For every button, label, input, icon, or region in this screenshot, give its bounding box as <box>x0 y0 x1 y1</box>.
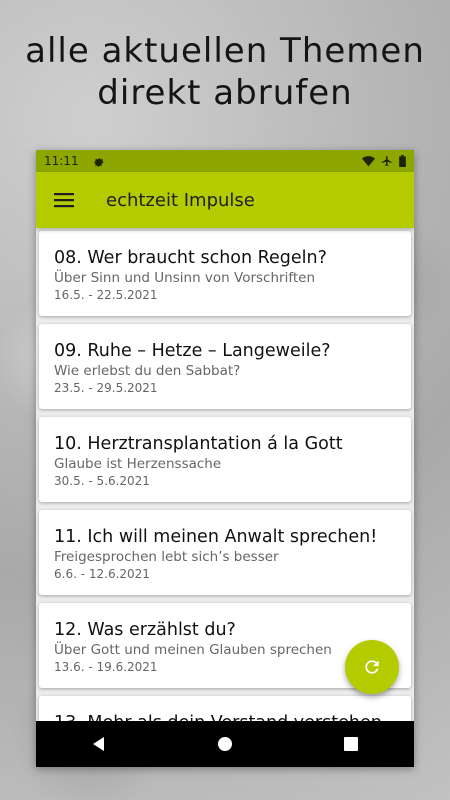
topic-title: 13. Mehr als dein Verstand verstehen <box>54 712 396 721</box>
topic-card[interactable]: 09. Ruhe – Hetze – Langeweile? Wie erleb… <box>39 324 411 409</box>
hamburger-menu-icon[interactable] <box>36 172 92 228</box>
topic-date: 16.5. - 22.5.2021 <box>54 288 158 302</box>
topic-title: 09. Ruhe – Hetze – Langeweile? <box>54 341 331 361</box>
topic-title: 12. Was erzählst du? <box>54 620 236 640</box>
recents-icon[interactable] <box>331 724 371 764</box>
promo-headline: alle aktuellen Themen direkt abrufen <box>0 30 450 114</box>
topic-card[interactable]: 08. Wer braucht schon Regeln? Über Sinn … <box>39 231 411 316</box>
topic-subtitle: Über Gott und meinen Glauben sprechen <box>54 642 332 658</box>
topic-date: 30.5. - 5.6.2021 <box>54 474 150 488</box>
refresh-button[interactable] <box>345 640 399 694</box>
wifi-icon <box>362 155 375 167</box>
topic-subtitle: Freigesprochen lebt sich’s besser <box>54 549 279 565</box>
home-icon[interactable] <box>205 724 245 764</box>
app-title: echtzeit Impulse <box>106 189 255 211</box>
system-nav-bar <box>36 721 414 767</box>
refresh-icon <box>362 657 382 677</box>
settings-icon <box>93 155 105 167</box>
topic-card[interactable]: 11. Ich will meinen Anwalt sprechen! Fre… <box>39 510 411 595</box>
promo-line-2: direkt abrufen <box>97 73 353 113</box>
status-time: 11:11 <box>44 154 79 168</box>
topic-card[interactable]: 13. Mehr als dein Verstand verstehen <box>39 696 411 721</box>
topic-date: 6.6. - 12.6.2021 <box>54 567 150 581</box>
airplane-icon <box>381 155 393 167</box>
back-icon[interactable] <box>79 724 119 764</box>
status-bar: 11:11 <box>36 150 414 172</box>
battery-icon <box>399 155 406 167</box>
topic-title: 08. Wer braucht schon Regeln? <box>54 248 327 268</box>
promo-line-1: alle aktuellen Themen <box>25 31 425 71</box>
topic-subtitle: Glaube ist Herzenssache <box>54 456 222 472</box>
topic-card[interactable]: 10. Herztransplantation á la Gott Glaube… <box>39 417 411 502</box>
phone-screen: 11:11 echtzeit Impulse 08. Wer braucht s… <box>36 150 414 767</box>
topic-subtitle: Über Sinn und Unsinn von Vorschriften <box>54 270 315 286</box>
topic-title: 11. Ich will meinen Anwalt sprechen! <box>54 527 378 547</box>
topic-date: 23.5. - 29.5.2021 <box>54 381 158 395</box>
topic-title: 10. Herztransplantation á la Gott <box>54 434 343 454</box>
topic-subtitle: Wie erlebst du den Sabbat? <box>54 363 241 379</box>
app-bar: echtzeit Impulse <box>36 172 414 228</box>
